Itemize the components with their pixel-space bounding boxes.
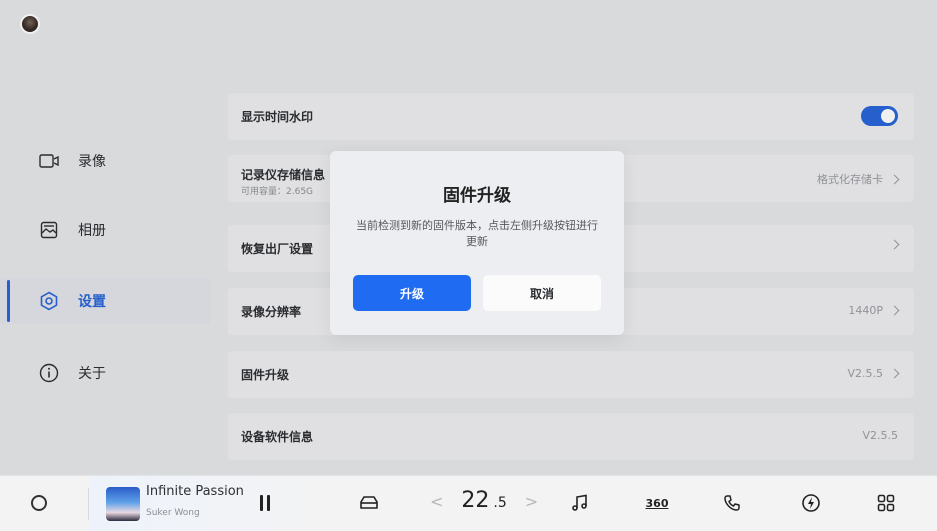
- temperature-value: 22: [461, 488, 490, 513]
- album-art[interactable]: [106, 487, 140, 521]
- artist-name: Suker Wong: [146, 508, 200, 518]
- home-circle-icon[interactable]: [31, 495, 47, 511]
- apps-grid-icon[interactable]: [874, 491, 898, 515]
- camera-360-label: 360: [645, 496, 669, 510]
- bottom-dock: Infinite Passion Suker Wong < 22 .5 > 36…: [0, 475, 937, 531]
- pause-icon[interactable]: [260, 495, 270, 511]
- dialog-message: 当前检测到新的固件版本，点击左侧升级按钮进行更新: [356, 219, 598, 248]
- firmware-upgrade-dialog: 固件升级 当前检测到新的固件版本，点击左侧升级按钮进行更新 升级 取消: [330, 151, 624, 335]
- temperature-control: < 22 .5 >: [430, 488, 538, 513]
- song-title: Infinite Passion: [146, 484, 244, 499]
- dialog-title: 固件升级: [443, 186, 511, 206]
- camera-360-icon[interactable]: 360: [642, 491, 672, 515]
- music-icon[interactable]: [568, 491, 592, 515]
- temperature-decimal: .5: [493, 495, 507, 511]
- temp-increase-button[interactable]: >: [525, 492, 538, 511]
- upgrade-button[interactable]: 升级: [353, 275, 471, 311]
- app-window: 录像 相册 设置 关于 显示时间水印 记录仪存储信息 可用容量：2.65G 格式: [0, 0, 937, 531]
- cancel-button[interactable]: 取消: [483, 275, 601, 311]
- phone-icon[interactable]: [720, 491, 744, 515]
- power-icon[interactable]: [799, 491, 823, 515]
- car-seat-icon[interactable]: [357, 491, 381, 515]
- temp-decrease-button[interactable]: <: [430, 492, 443, 511]
